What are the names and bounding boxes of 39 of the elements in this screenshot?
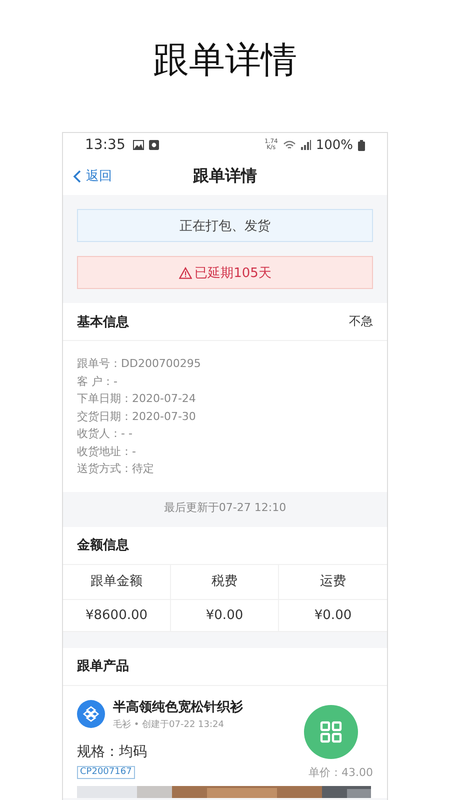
update-time: 最后更新于07-27 12:10 (63, 492, 387, 524)
product-name: 半高领纯色宽松针织衫 (113, 698, 243, 716)
page-title: 跟单详情 (152, 39, 298, 83)
signal-icon (300, 140, 311, 150)
section-title: 跟单产品 (77, 658, 129, 675)
info-field: 客 户：- (77, 372, 373, 390)
chevron-left-icon (73, 170, 81, 182)
column-header: 税费 (171, 564, 279, 600)
back-link[interactable]: 返回 (73, 167, 112, 185)
product-icon (77, 700, 105, 728)
table-cell: ¥8600.00 (63, 600, 171, 632)
product-meta: 毛衫 • 创建于07-22 13:24 (113, 718, 225, 730)
warning-icon (178, 266, 192, 278)
table-cell: ¥0.00 (171, 600, 279, 632)
product-code: CP2007167 (77, 766, 135, 778)
square-icon (149, 140, 160, 150)
urgency-label: 不急 (349, 313, 373, 330)
wifi-icon (282, 140, 296, 150)
section-title: 金额信息 (77, 536, 129, 554)
section-title: 基本信息 (77, 314, 129, 330)
warning-text: 已延期105天 (194, 264, 272, 282)
table-cell: ¥0.00 (279, 600, 387, 632)
product-spec: 规格：均码 (77, 742, 147, 760)
clock-time: 13:35 (85, 137, 126, 153)
image-icon (133, 140, 144, 150)
column-header: 运费 (279, 564, 387, 600)
info-field: 下单日期：2020-07-24 (77, 390, 373, 408)
unit-price: 单价：43.00 (308, 764, 373, 780)
battery-level: 100% (316, 138, 353, 152)
battery-icon (358, 140, 365, 150)
grid-icon (320, 721, 342, 743)
screen-title: 跟单详情 (193, 166, 257, 186)
info-field: 跟单号：DD200700295 (77, 355, 373, 372)
status-banner: 正在打包、发货 (77, 209, 373, 242)
column-header: 跟单金额 (63, 564, 171, 600)
info-field: 收货地址：- (77, 442, 373, 460)
info-field: 送货方式：待定 (77, 460, 373, 478)
info-field: 收货人：- - (77, 425, 373, 442)
info-field: 交货日期：2020-07-30 (77, 408, 373, 425)
